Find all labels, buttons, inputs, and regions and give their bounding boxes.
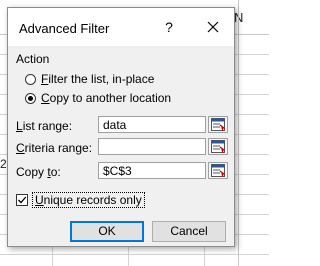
- copy-to-label: Copy to:: [16, 165, 61, 179]
- close-button[interactable]: [198, 16, 228, 38]
- criteria-range-input[interactable]: [98, 138, 206, 155]
- list-range-label: List range:: [16, 119, 73, 133]
- range-select-icon: [211, 140, 225, 153]
- unique-records-checkbox-row[interactable]: Unique records only: [16, 192, 145, 208]
- dialog-title: Advanced Filter: [19, 21, 110, 36]
- advanced-filter-dialog: Advanced Filter ? Action Filter the list…: [7, 7, 235, 247]
- radio-button-selected[interactable]: [25, 92, 36, 104]
- criteria-range-label: Criteria range:: [16, 141, 93, 155]
- close-icon: [207, 21, 219, 33]
- copy-to-collapse-button[interactable]: [208, 162, 228, 179]
- ok-button[interactable]: OK: [70, 221, 144, 242]
- cancel-button[interactable]: Cancel: [152, 221, 226, 242]
- unique-records-label: Unique records only: [32, 192, 145, 208]
- range-select-icon: [211, 118, 225, 131]
- radio-label: Filter the list, in-place: [41, 72, 155, 86]
- screen: N 2( Advanced Filter ? Action Filter the…: [0, 0, 269, 266]
- dialog-titlebar: Advanced Filter ?: [8, 8, 234, 46]
- copy-to-input[interactable]: [98, 162, 206, 179]
- spreadsheet-column-edge: [238, 0, 269, 266]
- range-select-icon: [211, 164, 225, 177]
- list-range-input[interactable]: [98, 116, 206, 133]
- radio-label: Copy to another location: [41, 91, 172, 105]
- radio-filter-in-place[interactable]: Filter the list, in-place: [25, 71, 154, 87]
- radio-copy-to-location[interactable]: Copy to another location: [25, 90, 171, 106]
- checkmark-icon: [18, 196, 27, 204]
- radio-button[interactable]: [25, 73, 36, 85]
- unique-records-checkbox[interactable]: [16, 194, 28, 206]
- help-button[interactable]: ?: [162, 19, 176, 35]
- list-range-collapse-button[interactable]: [208, 116, 228, 133]
- action-group-label: Action: [16, 52, 50, 66]
- criteria-range-collapse-button[interactable]: [208, 138, 228, 155]
